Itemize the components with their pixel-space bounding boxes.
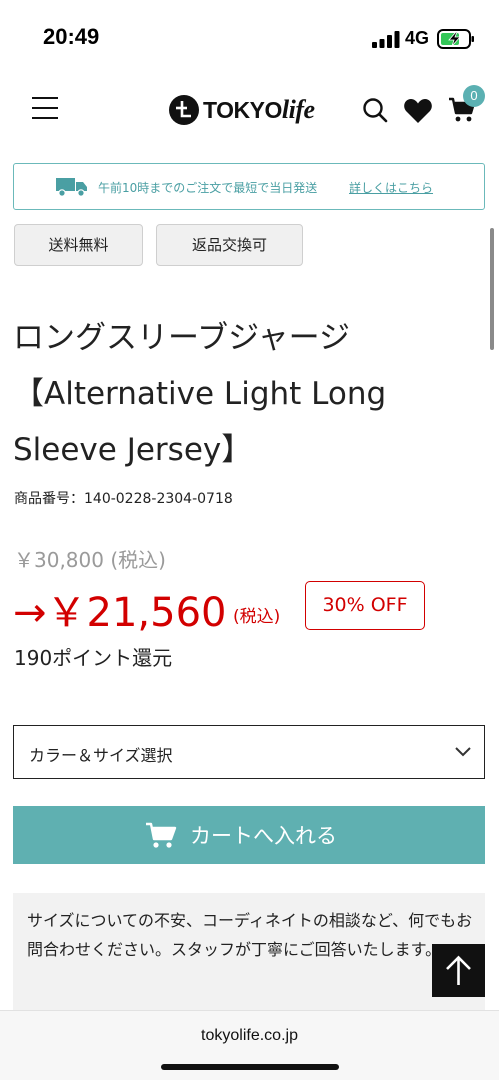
product-code: 商品番号：140-0228-2304-0718 — [14, 491, 233, 507]
shipping-banner: 午前10時までのご注文で最短で当日発送 詳しくはこちら — [13, 163, 485, 210]
menu-icon[interactable] — [32, 97, 58, 119]
site-header: TOKYOlife 0 — [0, 76, 499, 146]
arrow-up-icon — [446, 955, 471, 985]
signal-icon — [372, 31, 400, 48]
tag-free-shipping: 送料無料 — [14, 224, 143, 266]
sale-price: →￥21,560 — [13, 590, 227, 636]
color-size-select-label: カラー＆サイズ選択 — [29, 746, 173, 765]
logo-text: TOKYOlife — [203, 95, 315, 124]
scroll-indicator[interactable] — [490, 228, 494, 350]
support-text: サイズについての不安、コーディネイトの相談など、何でもお問合わせください。スタッ… — [27, 911, 473, 959]
color-size-select[interactable]: カラー＆サイズ選択 — [13, 725, 485, 779]
tag-returns: 返品交換可 — [156, 224, 303, 266]
support-info-box: サイズについての不安、コーディネイトの相談など、何でもお問合わせください。スタッ… — [13, 893, 485, 1013]
back-to-top-button[interactable] — [432, 944, 485, 997]
points-reward: 190ポイント還元 — [14, 646, 173, 670]
cart-icon — [146, 822, 177, 848]
browser-url-bar: tokyolife.co.jp — [0, 1010, 499, 1080]
shipping-banner-text: 午前10時までのご注文で最短で当日発送 — [98, 181, 318, 195]
url-text[interactable]: tokyolife.co.jp — [0, 1027, 499, 1045]
truck-icon — [56, 178, 87, 197]
home-indicator[interactable] — [161, 1064, 339, 1070]
battery-charging-icon — [437, 29, 474, 49]
chevron-down-icon — [455, 747, 471, 757]
cart-count-badge: 0 — [463, 85, 485, 107]
add-to-cart-button[interactable]: カートへ入れる — [13, 806, 485, 864]
logo-mark-icon — [169, 95, 199, 125]
logo[interactable]: TOKYOlife — [168, 90, 333, 130]
shipping-details-link[interactable]: 詳しくはこちら — [349, 179, 433, 196]
status-bar: 20:49 4G — [0, 0, 499, 76]
status-time: 20:49 — [43, 24, 100, 49]
search-icon[interactable] — [362, 97, 388, 123]
network-label: 4G — [405, 28, 430, 48]
original-price: ￥30,800 (税込) — [14, 548, 166, 572]
add-to-cart-label: カートへ入れる — [190, 824, 337, 848]
product-title: ロングスリーブジャージ 【Alternative Light Long Slee… — [13, 320, 387, 468]
heart-icon[interactable] — [403, 98, 433, 124]
sale-tax-note: (税込) — [233, 607, 281, 627]
discount-badge: 30% OFF — [305, 581, 425, 630]
